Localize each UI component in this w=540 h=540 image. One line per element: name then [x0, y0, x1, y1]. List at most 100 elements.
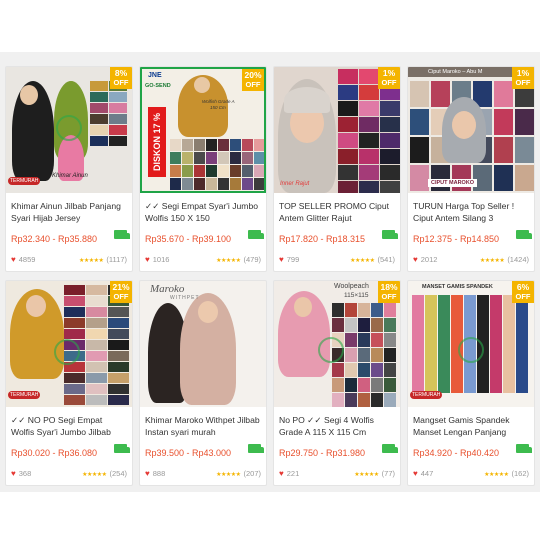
like-count: 368: [18, 469, 32, 478]
image-caption: Khimar Ainun: [52, 173, 88, 179]
product-price: Rp29.750 - Rp31.980: [279, 448, 366, 458]
image-caption: Wolfish Grade A: [202, 99, 235, 104]
product-card[interactable]: Inner Rajut 1% OFF TOP SELLER PROMO Ciput…: [273, 66, 401, 272]
product-title[interactable]: TOP SELLER PROMO Ciput Antem Glitter Raj…: [274, 193, 400, 227]
product-listing-page: Khimar Ainun TERMURAH 8% OFF Khimar Ainun…: [0, 0, 540, 540]
product-title[interactable]: Khimar Maroko Withpet Jilbab Instan syar…: [140, 407, 266, 441]
product-price: Rp32.340 - Rp35.880: [11, 234, 98, 244]
product-image[interactable]: Ciput Maroko – Abu M CIPUT MAROKO 1% OFF: [408, 67, 534, 193]
image-footer: CIPUT MAROKO: [428, 179, 478, 187]
product-title[interactable]: ✓✓ NO PO Segi Empat Wolfis Syar'i Jumbo …: [6, 407, 132, 441]
free-shipping-truck-icon: [382, 230, 398, 239]
free-shipping-truck-icon: [114, 444, 130, 453]
free-shipping-truck-icon: [516, 230, 532, 239]
product-title[interactable]: TURUN Harga Top Seller ! Ciput Antem Sil…: [408, 193, 534, 227]
watermark-logo: [318, 337, 344, 363]
price-row: Rp35.670 - Rp39.100: [140, 227, 266, 244]
image-title: Woolpeach: [334, 283, 369, 290]
price-row: Rp12.375 - Rp14.850: [408, 227, 534, 244]
image-caption: Inner Rajut: [280, 181, 310, 187]
free-shipping-truck-icon: [248, 444, 264, 453]
heart-icon: ♥: [11, 469, 16, 478]
watermark-logo: [56, 115, 82, 141]
product-price: Rp30.020 - Rp36.080: [11, 448, 98, 458]
product-meta: ♥ 1016 ★★★★★ (479): [145, 255, 261, 265]
star-rating-icon: ★★★★★: [82, 472, 107, 478]
product-image[interactable]: Inner Rajut 1% OFF: [274, 67, 400, 193]
discount-badge: 21% OFF: [110, 281, 132, 303]
product-image[interactable]: TERMURAH 21% OFF: [6, 281, 132, 407]
like-count: 2012: [420, 255, 438, 264]
termurah-stamp: TERMURAH: [8, 391, 41, 399]
review-count: (541): [377, 255, 395, 264]
heart-icon: ♥: [145, 255, 150, 264]
product-price: Rp34.920 - Rp40.420: [413, 448, 500, 458]
product-card[interactable]: Khimar Ainun TERMURAH 8% OFF Khimar Ainun…: [5, 66, 133, 272]
product-image[interactable]: Khimar Ainun TERMURAH 8% OFF: [6, 67, 132, 193]
review-count: (162): [511, 469, 529, 478]
product-price: Rp12.375 - Rp14.850: [413, 234, 500, 244]
discount-banner: DISKON 17 %: [148, 107, 166, 177]
price-row: Rp17.820 - Rp18.315: [274, 227, 400, 244]
product-image[interactable]: Woolpeach 115×115 18% OFF: [274, 281, 400, 407]
review-count: (77): [381, 469, 395, 478]
termurah-stamp: TERMURAH: [410, 391, 443, 399]
product-card[interactable]: MANSET GAMIS SPANDEK TERMURAH 6% OFF Mang…: [407, 280, 535, 486]
heart-icon: ♥: [279, 255, 284, 264]
image-subtitle: WITHPET: [170, 295, 200, 301]
like-count: 888: [152, 469, 166, 478]
like-count: 221: [286, 469, 300, 478]
product-title[interactable]: Khimar Ainun Jilbab Panjang Syari Hijab …: [6, 193, 132, 227]
like-count: 447: [420, 469, 434, 478]
price-row: Rp29.750 - Rp31.980: [274, 441, 400, 458]
product-image[interactable]: JNE GO-SEND Wolfish Grade A 150 Cm DISKO…: [140, 67, 266, 193]
heart-icon: ♥: [279, 469, 284, 478]
product-title[interactable]: No PO ✓✓ Segi 4 Wolfis Grade A 115 X 115…: [274, 407, 400, 441]
product-card[interactable]: Maroko WITHPET Khimar Maroko Withpet Jil…: [139, 280, 267, 486]
product-title[interactable]: ✓✓ Segi Empat Syar'i Jumbo Wolfis 150 X …: [140, 193, 266, 227]
termurah-stamp: TERMURAH: [8, 177, 41, 185]
discount-badge: 18% OFF: [378, 281, 400, 303]
free-shipping-truck-icon: [114, 230, 130, 239]
product-card[interactable]: Ciput Maroko – Abu M CIPUT MAROKO 1% OFF …: [407, 66, 535, 272]
product-meta: ♥ 4859 ★★★★★ (1117): [11, 255, 127, 265]
watermark-logo: [458, 337, 484, 363]
product-price: Rp35.670 - Rp39.100: [145, 234, 232, 244]
discount-badge: 20% OFF: [242, 69, 264, 91]
free-shipping-truck-icon: [248, 230, 264, 239]
product-card[interactable]: JNE GO-SEND Wolfish Grade A 150 Cm DISKO…: [139, 66, 267, 272]
review-count: (1424): [507, 255, 529, 264]
star-rating-icon: ★★★★★: [216, 258, 241, 264]
product-card[interactable]: Woolpeach 115×115 18% OFF No PO ✓✓ Segi 4…: [273, 280, 401, 486]
product-price: Rp17.820 - Rp18.315: [279, 234, 366, 244]
review-count: (207): [243, 469, 261, 478]
image-size: 115×115: [344, 292, 369, 299]
review-count: (254): [109, 469, 127, 478]
product-meta: ♥ 888 ★★★★★ (207): [145, 469, 261, 479]
jne-logo: JNE: [148, 72, 162, 79]
free-shipping-truck-icon: [382, 444, 398, 453]
product-image[interactable]: MANSET GAMIS SPANDEK TERMURAH 6% OFF: [408, 281, 534, 407]
product-image[interactable]: Maroko WITHPET: [140, 281, 266, 407]
product-title[interactable]: Mangset Gamis Spandek Manset Lengan Panj…: [408, 407, 534, 441]
review-count: (479): [243, 255, 261, 264]
image-caption-size: 150 Cm: [210, 105, 226, 110]
product-card[interactable]: TERMURAH 21% OFF ✓✓ NO PO Segi Empat Wolf…: [5, 280, 133, 486]
product-meta: ♥ 799 ★★★★★ (541): [279, 255, 395, 265]
price-row: Rp30.020 - Rp36.080: [6, 441, 132, 458]
free-shipping-truck-icon: [516, 444, 532, 453]
star-rating-icon: ★★★★★: [484, 472, 509, 478]
discount-badge: 1% OFF: [512, 67, 534, 89]
price-row: Rp32.340 - Rp35.880: [6, 227, 132, 244]
watermark-logo: [54, 339, 80, 365]
product-grid: Khimar Ainun TERMURAH 8% OFF Khimar Ainun…: [5, 66, 535, 486]
price-row: Rp34.920 - Rp40.420: [408, 441, 534, 458]
star-rating-icon: ★★★★★: [350, 258, 375, 264]
gosend-logo: GO-SEND: [145, 83, 171, 89]
heart-icon: ♥: [145, 469, 150, 478]
product-meta: ♥ 447 ★★★★★ (162): [413, 469, 529, 479]
heart-icon: ♥: [413, 255, 418, 264]
like-count: 1016: [152, 255, 170, 264]
star-rating-icon: ★★★★★: [354, 472, 379, 478]
discount-badge: 6% OFF: [512, 281, 534, 303]
